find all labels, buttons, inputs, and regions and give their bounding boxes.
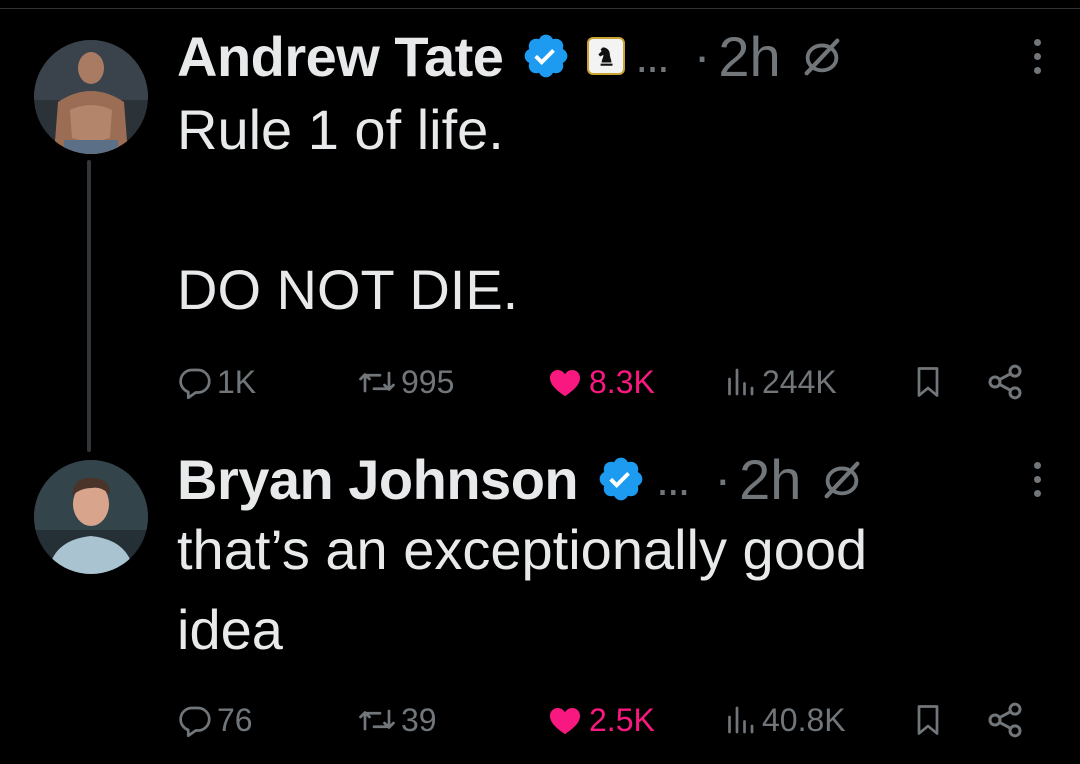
views-button[interactable]: 244K (722, 358, 837, 406)
like-count: 8.3K (589, 363, 655, 400)
reply-icon (179, 706, 211, 738)
tweet-actions: 1K 995 8.3K 244K (177, 358, 1037, 406)
retweet-icon (359, 709, 395, 731)
retweet-count: 995 (401, 363, 455, 400)
tweet-text: Rule 1 of life. DO NOT DIE. (177, 98, 519, 321)
retweet-icon (359, 371, 395, 393)
affiliate-badge[interactable] (587, 37, 626, 75)
reply-button[interactable]: 76 (177, 696, 253, 744)
author-name[interactable]: Andrew Tate (177, 24, 504, 89)
tweet-timestamp[interactable]: 2h (739, 447, 801, 512)
grok-icon[interactable] (819, 456, 865, 502)
bookmark-button[interactable] (910, 358, 946, 406)
bookmark-icon (917, 367, 939, 397)
more-options-icon[interactable] (1027, 31, 1047, 81)
heart-filled-icon (550, 708, 580, 735)
like-count: 2.5K (589, 701, 655, 738)
share-icon (988, 702, 1022, 738)
chess-knight-icon (598, 47, 613, 66)
thread-connector-line (87, 160, 91, 452)
share-icon (988, 364, 1022, 400)
reply-button[interactable]: 1K (177, 358, 256, 406)
views-chart-icon (728, 706, 754, 734)
top-divider (0, 8, 1080, 9)
author-name[interactable]: Bryan Johnson (177, 447, 579, 512)
views-button[interactable]: 40.8K (722, 696, 846, 744)
more-options-icon[interactable] (1027, 454, 1047, 504)
grok-icon[interactable] (799, 33, 845, 79)
views-chart-icon (728, 368, 754, 396)
share-button[interactable] (985, 696, 1025, 744)
view-count: 244K (762, 363, 837, 400)
retweet-count: 39 (401, 701, 437, 738)
separator-dot: · (693, 28, 711, 84)
reply-count: 1K (217, 363, 257, 400)
like-button[interactable]: 2.5K (545, 696, 655, 744)
heart-filled-icon (550, 370, 580, 397)
tweet-timestamp[interactable]: 2h (718, 24, 780, 89)
tweet-text: that’s an exceptionally good idea (177, 518, 868, 661)
verified-badge-icon[interactable] (521, 31, 571, 81)
tweet-header: Bryan Johnson ... · 2h (177, 445, 1047, 513)
author-avatar[interactable] (34, 40, 148, 154)
name-truncation: ... (656, 453, 690, 505)
like-button[interactable]: 8.3K (545, 358, 655, 406)
tweet-actions: 76 39 2.5K 40.8K (177, 696, 1037, 744)
reply-icon (179, 368, 211, 400)
retweet-button[interactable]: 995 (357, 358, 454, 406)
view-count: 40.8K (762, 701, 846, 738)
name-truncation: ... (635, 30, 669, 82)
author-avatar[interactable] (34, 460, 148, 574)
bookmark-icon (917, 705, 939, 735)
bookmark-button[interactable] (910, 696, 946, 744)
retweet-button[interactable]: 39 (357, 696, 437, 744)
reply-count: 76 (217, 701, 253, 738)
share-button[interactable] (985, 358, 1025, 406)
tweet-header: Andrew Tate ... · 2h (177, 22, 1047, 90)
separator-dot: · (714, 451, 732, 507)
verified-badge-icon[interactable] (596, 454, 646, 504)
